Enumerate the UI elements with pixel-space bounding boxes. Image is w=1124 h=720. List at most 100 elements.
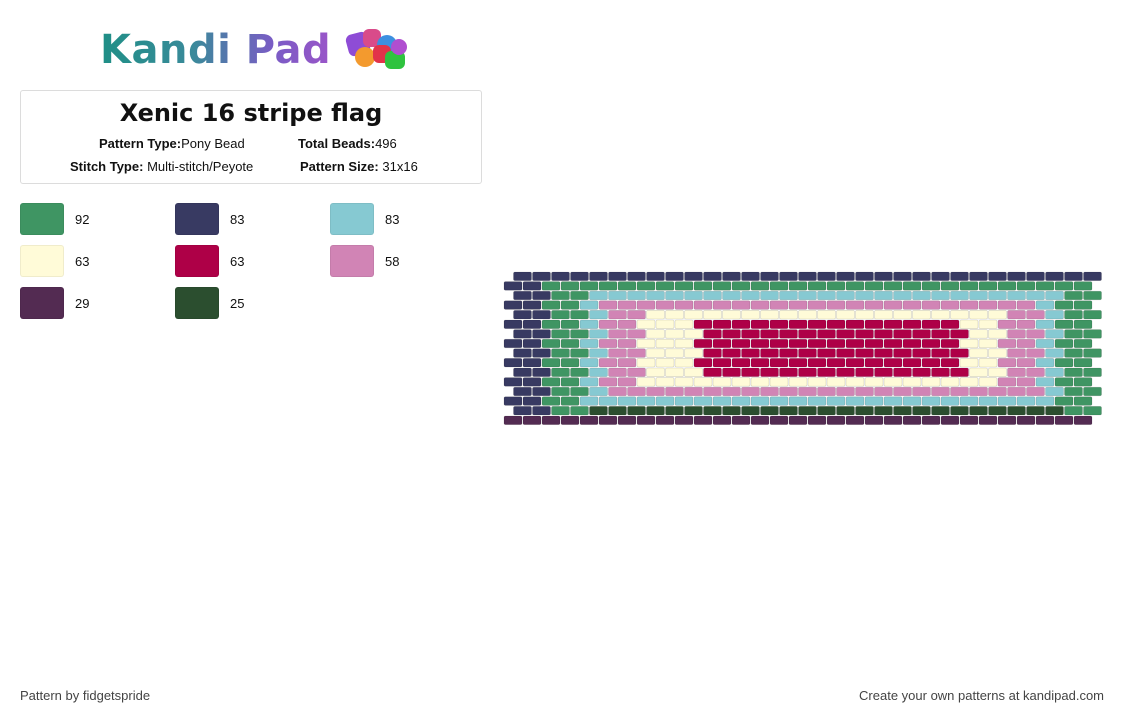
bead — [798, 310, 817, 320]
bead — [864, 396, 884, 406]
bead — [560, 281, 580, 291]
bead — [646, 367, 665, 377]
bead — [503, 396, 523, 406]
bead — [1064, 310, 1083, 320]
bead — [1035, 415, 1055, 425]
bead — [1045, 367, 1064, 377]
create-patterns-link[interactable]: Create your own patterns at kandipad.com — [859, 688, 1104, 703]
palette-item: 58 — [330, 245, 399, 277]
bead — [874, 290, 893, 301]
bead — [959, 377, 979, 387]
bead — [779, 290, 798, 301]
bead — [988, 406, 1007, 416]
bead — [845, 358, 865, 368]
bead — [646, 348, 665, 358]
bead — [570, 310, 589, 320]
beads-logo-icon — [341, 25, 421, 75]
bead — [902, 300, 922, 310]
bead — [912, 348, 931, 358]
bead — [684, 310, 703, 320]
bead — [769, 319, 789, 329]
bead — [1054, 415, 1074, 425]
bead — [750, 319, 770, 329]
pattern-info-card: Xenic 16 stripe flag Pattern Type:Pony B… — [20, 90, 482, 184]
bead — [817, 348, 836, 358]
bead — [560, 358, 580, 368]
bead — [921, 300, 941, 310]
bead — [1083, 310, 1102, 320]
bead — [836, 406, 855, 416]
bead — [779, 386, 798, 397]
palette-item: 63 — [20, 245, 89, 277]
bead — [589, 310, 608, 320]
bead — [826, 319, 846, 329]
bead — [1026, 329, 1045, 339]
bead — [950, 271, 969, 281]
bead — [988, 348, 1007, 358]
bead — [1035, 358, 1055, 368]
bead — [769, 358, 789, 368]
bead — [503, 358, 523, 368]
bead — [503, 281, 523, 291]
bead — [1035, 300, 1055, 310]
bead — [1016, 396, 1036, 406]
bead — [1007, 329, 1026, 339]
bead — [1007, 367, 1026, 377]
bead — [921, 319, 941, 329]
palette-item: 92 — [20, 203, 89, 235]
bead — [769, 281, 789, 291]
bead — [845, 281, 865, 291]
bead — [636, 281, 656, 291]
bead — [826, 281, 846, 291]
bead — [722, 386, 741, 397]
bead — [760, 367, 779, 377]
bead — [608, 348, 627, 358]
bead — [978, 338, 998, 349]
bead — [826, 396, 846, 406]
bead — [541, 358, 561, 368]
bead — [912, 271, 931, 281]
bead — [769, 396, 789, 406]
bead — [959, 358, 979, 368]
bead — [655, 338, 675, 349]
bead — [969, 290, 988, 301]
bead — [617, 319, 637, 329]
bead — [636, 415, 656, 425]
stitch-type: Stitch Type: Multi-stitch/Peyote — [70, 159, 253, 174]
bead — [646, 310, 665, 320]
bead — [560, 415, 580, 425]
bead — [826, 377, 846, 387]
bead — [1026, 348, 1045, 358]
bead — [940, 358, 960, 368]
bead — [931, 329, 950, 339]
bead — [522, 358, 542, 368]
bead — [855, 386, 874, 397]
bead — [665, 386, 684, 397]
bead — [731, 281, 751, 291]
bead — [522, 396, 542, 406]
bead — [1083, 329, 1102, 339]
bead — [836, 329, 855, 339]
bead — [864, 338, 884, 349]
bead — [589, 406, 608, 416]
bead — [617, 358, 637, 368]
bead — [912, 310, 931, 320]
color-swatch — [175, 245, 219, 277]
bead — [741, 290, 760, 301]
bead — [579, 281, 599, 291]
bead — [722, 290, 741, 301]
bead-count: 83 — [230, 211, 245, 227]
kandi-pad-logo[interactable]: Kandi Pad — [100, 24, 421, 76]
bead — [798, 348, 817, 358]
bead — [503, 319, 523, 329]
bead — [883, 415, 903, 425]
bead — [712, 319, 732, 329]
bead — [836, 367, 855, 377]
bead — [503, 338, 523, 349]
bead — [883, 338, 903, 349]
bead — [693, 281, 713, 291]
bead — [598, 415, 618, 425]
bead — [750, 396, 770, 406]
bead — [636, 358, 656, 368]
bead — [988, 386, 1007, 397]
